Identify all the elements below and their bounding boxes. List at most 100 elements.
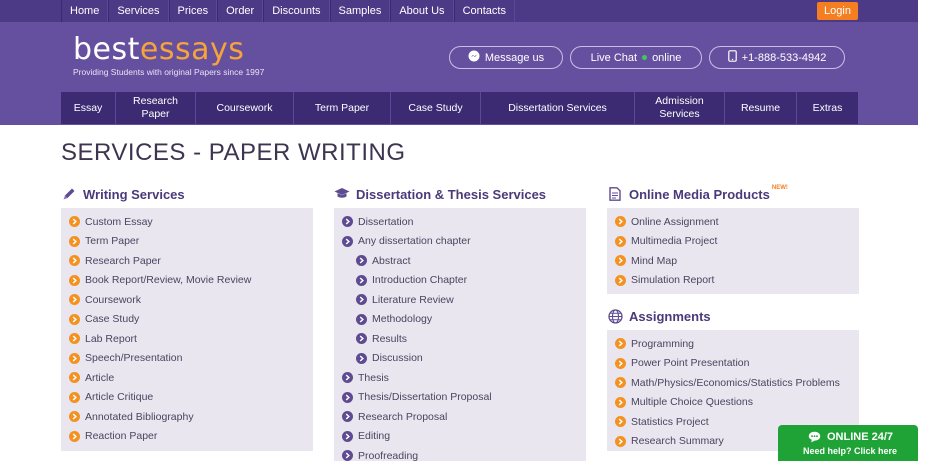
chevron-right-icon: [615, 357, 626, 369]
writing-services-title: Writing Services: [83, 186, 185, 202]
mainnav-case-study[interactable]: Case Study: [391, 92, 481, 124]
mainnav-resume[interactable]: Resume: [725, 92, 797, 124]
chevron-right-icon: [615, 435, 626, 447]
site-header: Home Services Prices Order Discounts Sam…: [0, 0, 918, 125]
phone-number: +1-888-533-4942: [741, 51, 827, 64]
chevron-right-icon: [69, 313, 80, 325]
online-media-title: Online Media Products: [629, 186, 770, 202]
list-item[interactable]: Any dissertation chapter: [342, 232, 471, 251]
new-badge: NEW!: [771, 185, 788, 191]
page: Home Services Prices Order Discounts Sam…: [0, 0, 929, 461]
list-item[interactable]: Speech/Presentation: [69, 349, 182, 368]
writing-services-list: Custom Essay Term Paper Research Paper Book…: [61, 208, 313, 451]
topnav-about-us[interactable]: About Us: [390, 0, 454, 22]
writing-services-heading: Writing Services: [61, 186, 185, 202]
topnav-contacts[interactable]: Contacts: [453, 0, 515, 22]
list-item-label: Thesis: [358, 371, 389, 384]
dissertation-services-heading: Dissertation & Thesis Services: [334, 186, 546, 202]
top-nav: Home Services Prices Order Discounts Sam…: [61, 0, 515, 22]
mainnav-coursework[interactable]: Coursework: [196, 92, 294, 124]
online-help-badge[interactable]: ONLINE 24/7 Need help? Click here: [778, 425, 918, 461]
list-item[interactable]: Book Report/Review, Movie Review: [69, 271, 251, 290]
list-item-label: Reaction Paper: [85, 430, 158, 442]
mainnav-extras[interactable]: Extras: [797, 92, 858, 124]
list-item[interactable]: Online Assignment: [615, 212, 719, 231]
topnav-home[interactable]: Home: [61, 0, 109, 22]
list-item[interactable]: Abstract: [356, 251, 411, 270]
assignments-title: Assignments: [629, 308, 711, 324]
chevron-right-icon: [342, 235, 353, 247]
list-item-label: Multimedia Project: [631, 235, 718, 247]
list-item[interactable]: Annotated Bibliography: [69, 407, 194, 426]
topnav-discounts[interactable]: Discounts: [263, 0, 330, 22]
list-item[interactable]: Research Proposal: [342, 407, 447, 426]
list-item[interactable]: Results: [356, 329, 407, 348]
list-item[interactable]: Lab Report: [69, 329, 137, 348]
chevron-right-icon: [615, 274, 626, 286]
mainnav-term-paper[interactable]: Term Paper: [294, 92, 391, 124]
list-item[interactable]: Thesis: [342, 368, 389, 387]
list-item[interactable]: Editing: [342, 427, 390, 446]
list-item[interactable]: Introduction Chapter: [356, 271, 467, 290]
chevron-right-icon: [615, 416, 626, 427]
assignments-heading: Assignments: [607, 308, 711, 324]
chevron-right-icon: [69, 235, 80, 247]
online-badge-subtitle: Need help? Click here: [803, 446, 898, 456]
list-item[interactable]: Custom Essay: [69, 212, 153, 231]
online-media-heading: Online Media Products NEW!: [607, 185, 788, 202]
list-item[interactable]: Statistics Project: [615, 412, 709, 431]
mainnav-admission-services[interactable]: Admission Services: [635, 92, 725, 124]
list-item[interactable]: Proofreading: [342, 446, 418, 461]
list-item-label: Editing: [358, 430, 391, 442]
mainnav-research-paper[interactable]: Research Paper: [116, 92, 196, 124]
list-item[interactable]: Coursework: [69, 290, 141, 309]
list-item[interactable]: Case Study: [69, 310, 139, 329]
list-item[interactable]: Math/Physics/Economics/Statistics Proble…: [615, 373, 840, 392]
topnav-samples[interactable]: Samples: [329, 0, 391, 22]
chevron-right-icon: [342, 450, 353, 461]
list-item[interactable]: Term Paper: [69, 232, 139, 251]
chevron-right-icon: [69, 294, 80, 305]
site-logo[interactable]: bestessays: [73, 34, 244, 66]
list-item[interactable]: Dissertation: [342, 212, 413, 231]
graduation-cap-icon: [334, 186, 350, 202]
topnav-prices[interactable]: Prices: [168, 0, 218, 22]
mainnav-essay[interactable]: Essay: [61, 92, 116, 124]
mainnav-dissertation-services[interactable]: Dissertation Services: [481, 92, 635, 124]
live-chat-button[interactable]: Live Chat online: [570, 46, 702, 69]
list-item-label: Power Point Presentation: [631, 357, 750, 369]
live-chat-label: Live Chat: [590, 51, 638, 64]
list-item[interactable]: Power Point Presentation: [615, 354, 749, 373]
list-item[interactable]: Discussion: [356, 349, 423, 368]
dissertation-services-title: Dissertation & Thesis Services: [356, 186, 547, 202]
message-us-label: Message us: [484, 51, 545, 64]
login-button[interactable]: Login: [817, 2, 858, 20]
chevron-right-icon: [356, 333, 367, 344]
list-item[interactable]: Thesis/Dissertation Proposal: [342, 388, 492, 407]
list-item-label: Abstract: [372, 254, 411, 267]
list-item[interactable]: Multimedia Project: [615, 232, 717, 251]
list-item-label: Any dissertation chapter: [358, 235, 471, 247]
list-item[interactable]: Simulation Report: [615, 271, 714, 290]
list-item[interactable]: Reaction Paper: [69, 427, 157, 446]
topnav-services[interactable]: Services: [108, 0, 169, 22]
list-item[interactable]: Article: [69, 368, 114, 387]
list-item[interactable]: Research Paper: [69, 251, 161, 270]
list-item[interactable]: Multiple Choice Questions: [615, 393, 753, 412]
globe-icon: [607, 308, 623, 324]
list-item[interactable]: Article Critique: [69, 388, 153, 407]
list-item[interactable]: Literature Review: [356, 290, 454, 309]
list-item[interactable]: Research Summary: [615, 432, 724, 451]
list-item[interactable]: Mind Map: [615, 251, 677, 270]
topnav-order[interactable]: Order: [217, 0, 264, 22]
live-chat-status: online: [652, 51, 682, 64]
phone-button[interactable]: +1-888-533-4942: [709, 46, 845, 69]
chevron-right-icon: [342, 430, 353, 442]
list-item[interactable]: Programming: [615, 334, 694, 353]
logo-part2: essays: [139, 32, 245, 67]
chevron-right-icon: [69, 411, 80, 422]
list-item[interactable]: Methodology: [356, 310, 432, 329]
list-item-label: Methodology: [372, 313, 433, 325]
message-us-button[interactable]: Message us: [449, 46, 563, 69]
chevron-right-icon: [615, 377, 626, 388]
